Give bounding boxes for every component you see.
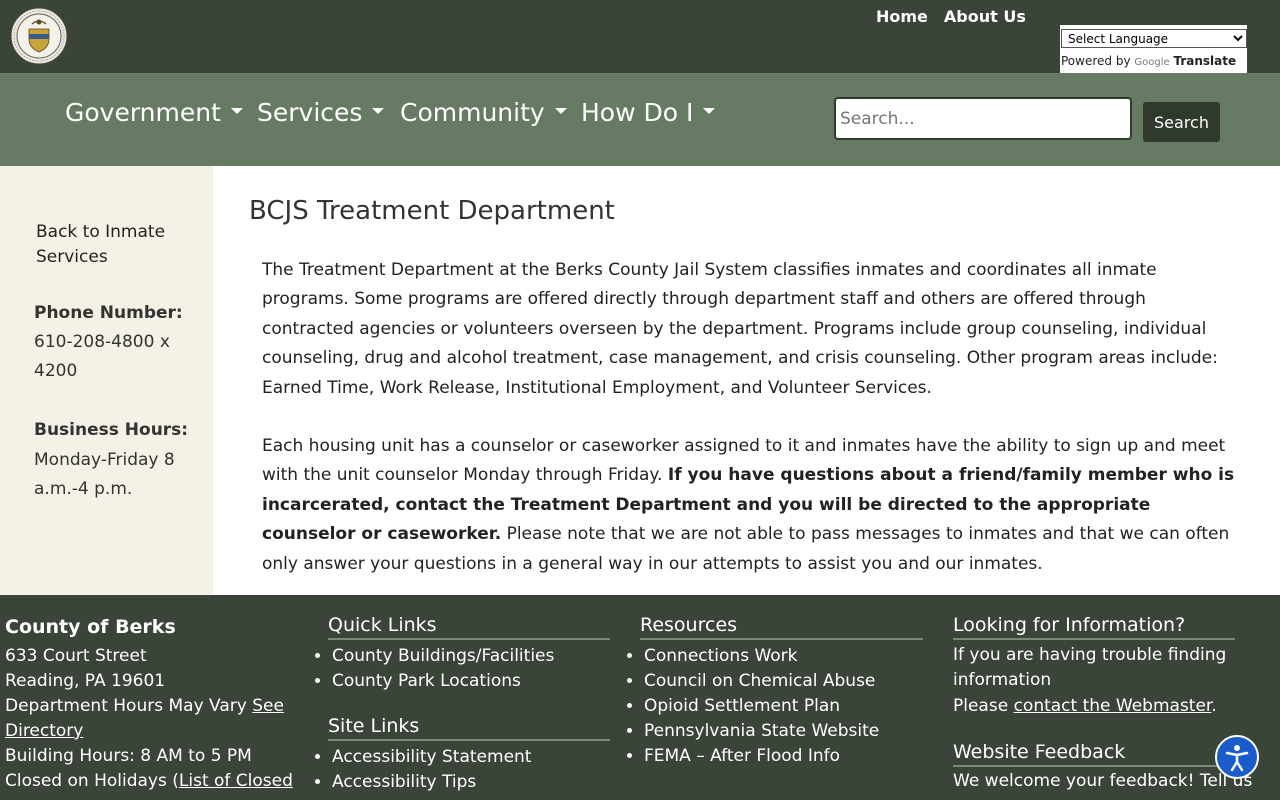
home-link[interactable]: Home <box>876 7 928 26</box>
nav-label: Services <box>257 98 363 127</box>
intro-paragraph: The Treatment Department at the Berks Co… <box>262 260 1218 398</box>
footer-link-label: Connections Work <box>644 646 798 666</box>
resources-list: Connections Work Council on Chemical Abu… <box>624 644 879 769</box>
caret-down-icon <box>372 108 385 114</box>
top-links: Home About Us <box>876 7 1042 26</box>
footer-link-label: Accessibility Tips <box>332 772 477 792</box>
contact-webmaster-link[interactable]: contact the Webmaster <box>1014 696 1212 716</box>
nav-services[interactable]: Services <box>257 98 385 127</box>
accessibility-button[interactable] <box>1215 735 1259 779</box>
footer-link-label: Pennsylvania State Website <box>644 721 880 741</box>
nav-label: Community <box>400 98 545 127</box>
contact-line: Please contact the Webmaster. <box>953 694 1253 719</box>
footer-link[interactable]: Connections Work <box>644 644 879 669</box>
nav-label: Government <box>65 98 221 127</box>
quick-links-heading: Quick Links <box>328 614 610 640</box>
back-to-inmate-services-link[interactable]: Back to Inmate Services <box>36 220 186 270</box>
looking-text: If you are having trouble finding inform… <box>953 645 1227 690</box>
dept-hours-text: Department Hours May Vary <box>5 696 247 716</box>
please-text: Please <box>953 696 1009 716</box>
footer-link[interactable]: Accessibility Statement <box>332 745 531 770</box>
nav-how-do-i[interactable]: How Do I <box>581 98 716 127</box>
language-select[interactable]: Select Language <box>1061 29 1247 48</box>
holidays: Closed on Holidays (List of Closed <box>5 769 295 794</box>
phone-label: Phone Number: <box>34 303 183 323</box>
powered-by-text: Powered by <box>1061 54 1131 68</box>
accessibility-icon <box>1225 745 1249 772</box>
google-translate-widget: Select Language Powered by Google Transl… <box>1060 25 1247 73</box>
powered-by-google-translate: Powered by Google Translate <box>1061 54 1236 68</box>
footer-link-label: Council on Chemical Abuse <box>644 671 876 691</box>
dept-hours: Department Hours May Vary See Directory <box>5 694 295 744</box>
footer-link[interactable]: Council on Chemical Abuse <box>644 669 879 694</box>
holidays-prefix: Closed on Holidays ( <box>5 771 179 791</box>
top-bar: Home About Us Select Language Powered by… <box>0 0 1280 73</box>
footer-link[interactable]: FEMA – After Flood Info <box>644 744 879 769</box>
county-name: County of Berks <box>5 616 176 638</box>
footer-link[interactable]: County Park Locations <box>332 669 554 694</box>
nav-government[interactable]: Government <box>65 98 243 127</box>
quick-links-list: County Buildings/Facilities County Park … <box>312 644 554 694</box>
main-nav: Government Services Community How Do I S… <box>0 73 1280 166</box>
county-seal-logo[interactable] <box>10 7 68 65</box>
feedback-text: We welcome your feedback! Tell us <box>953 771 1253 791</box>
looking-heading: Looking for Information? <box>953 614 1235 640</box>
housing-paragraph: Each housing unit has a counselor or cas… <box>262 432 1237 579</box>
caret-down-icon <box>554 108 567 114</box>
caret-down-icon <box>230 108 243 114</box>
site-links-list: Accessibility Statement Accessibility Ti… <box>312 745 531 795</box>
footer-link-label: Accessibility Statement <box>332 747 532 767</box>
building-hours: Building Hours: 8 AM to 5 PM <box>5 746 252 766</box>
hours-value: Monday-Friday 8 a.m.-4 p.m. <box>34 450 175 499</box>
county-street: 633 Court Street <box>5 646 147 666</box>
footer-link[interactable]: Accessibility Tips <box>332 770 531 795</box>
footer-contact: County of Berks 633 Court Street Reading… <box>5 615 295 794</box>
translate-link[interactable]: Translate <box>1173 54 1236 68</box>
county-city: Reading, PA 19601 <box>5 671 166 691</box>
resources-heading: Resources <box>640 614 923 640</box>
footer-link[interactable]: County Buildings/Facilities <box>332 644 554 669</box>
nav-label: How Do I <box>581 98 694 127</box>
sidebar: Back to Inmate Services Phone Number: 61… <box>0 166 213 595</box>
footer-link[interactable]: Pennsylvania State Website <box>644 719 879 744</box>
feedback-heading: Website Feedback <box>953 741 1235 767</box>
search-button[interactable]: Search <box>1143 102 1220 142</box>
search-input[interactable] <box>834 97 1132 140</box>
footer-link-label: County Buildings/Facilities <box>332 646 555 666</box>
hours-label: Business Hours: <box>34 420 189 440</box>
footer-link[interactable]: Opioid Settlement Plan <box>644 694 879 719</box>
footer: County of Berks 633 Court Street Reading… <box>0 595 1280 800</box>
page-title: BCJS Treatment Department <box>249 196 615 226</box>
caret-down-icon <box>703 108 716 114</box>
period-text: . <box>1211 696 1217 716</box>
nav-community[interactable]: Community <box>400 98 567 127</box>
google-logo: Google <box>1134 57 1170 68</box>
footer-link-label: FEMA – After Flood Info <box>644 746 841 766</box>
closed-holidays-link[interactable]: List of Closed <box>179 771 293 791</box>
footer-link-label: County Park Locations <box>332 671 521 691</box>
about-us-link[interactable]: About Us <box>944 7 1026 26</box>
site-links-heading: Site Links <box>328 715 610 741</box>
phone-value: 610-208-4800 x 4200 <box>34 332 170 381</box>
footer-link-label: Opioid Settlement Plan <box>644 696 841 716</box>
